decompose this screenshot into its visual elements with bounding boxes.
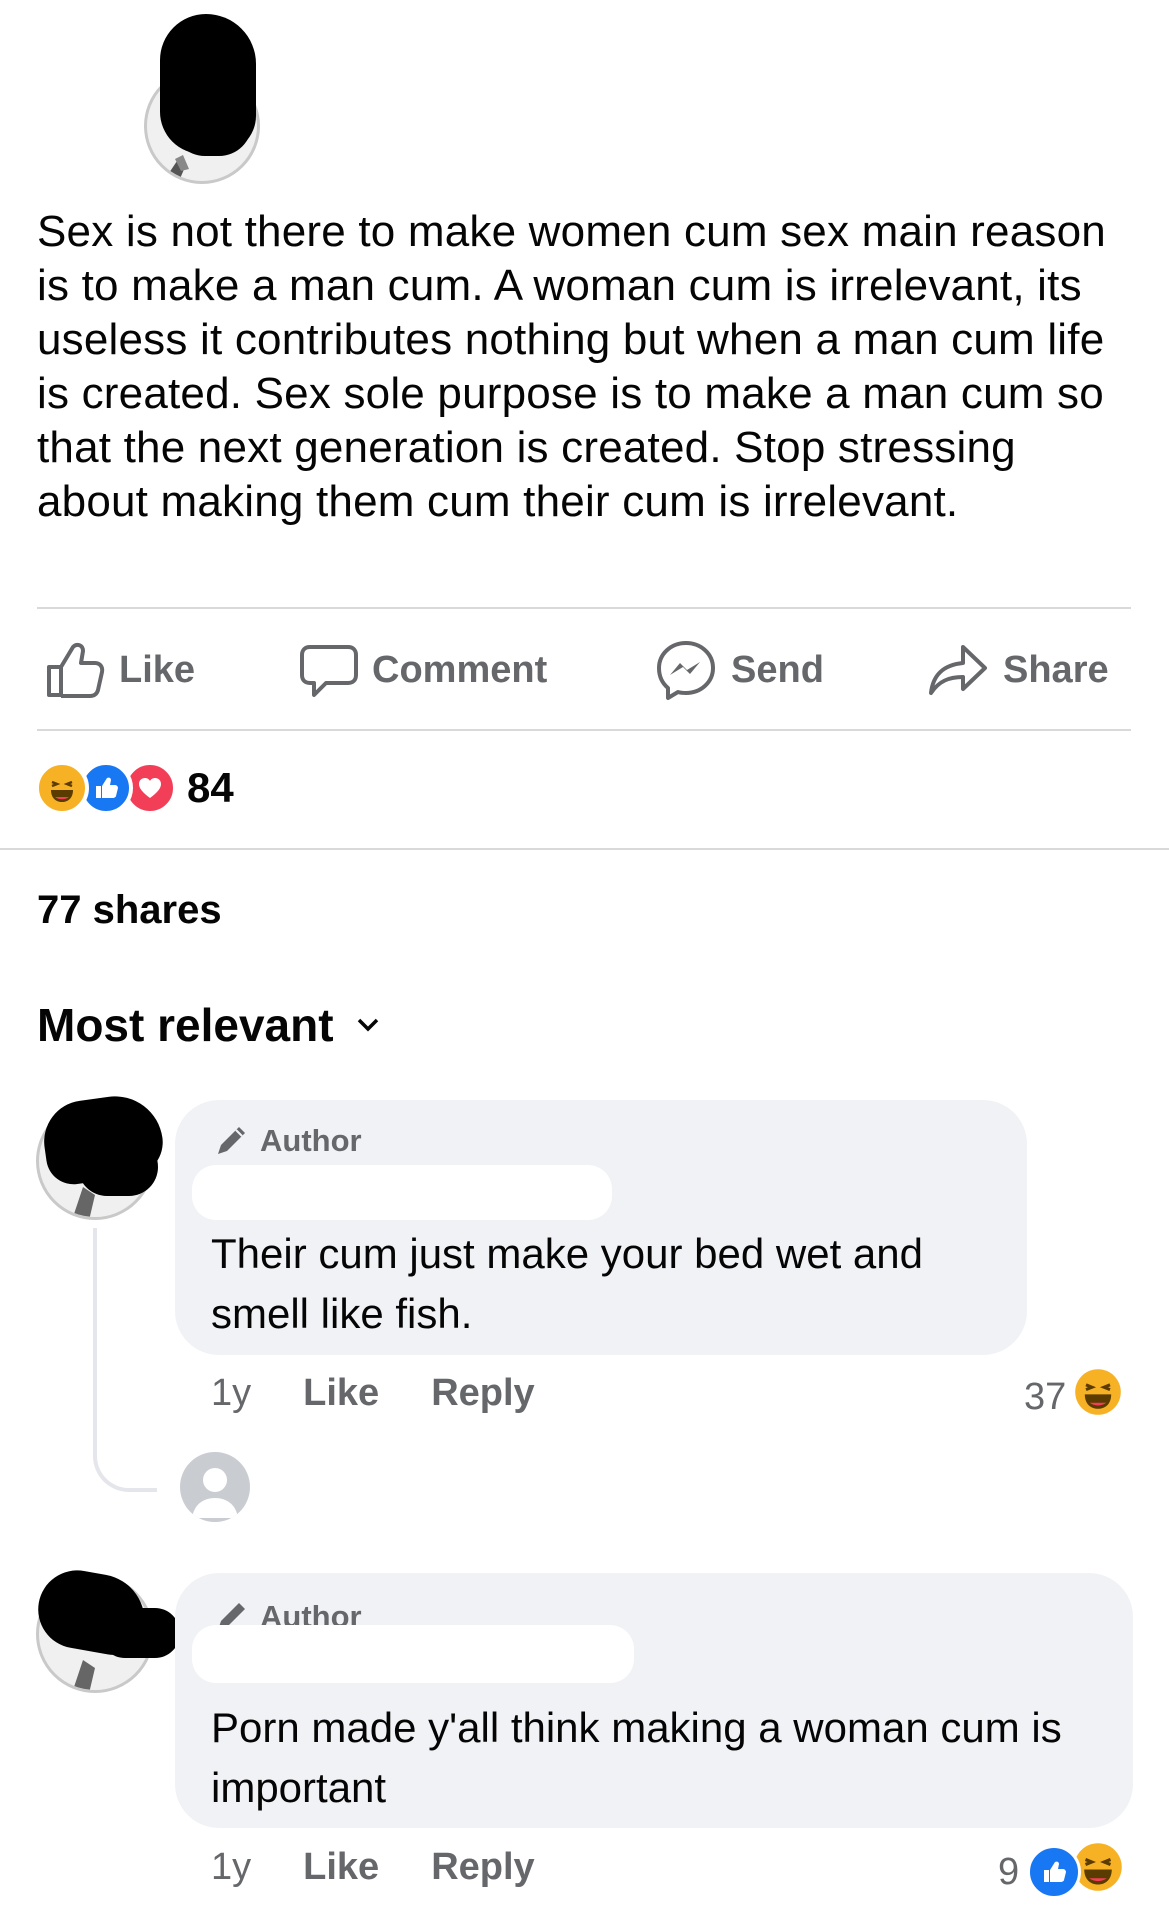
pencil-icon bbox=[218, 1127, 245, 1154]
send-label: Send bbox=[731, 648, 824, 691]
share-icon bbox=[929, 645, 987, 695]
like-label: Like bbox=[119, 648, 196, 691]
comment-time[interactable]: 1y bbox=[211, 1846, 251, 1889]
comment-meta: 1y Like Reply bbox=[211, 1372, 535, 1415]
post-text: Sex is not there to make women cum sex m… bbox=[37, 207, 1106, 526]
thumbs-up-icon bbox=[47, 642, 105, 698]
comment-reaction-count: 37 bbox=[1024, 1375, 1067, 1418]
default-user-icon bbox=[192, 1468, 238, 1518]
thread-line bbox=[93, 1228, 157, 1492]
sort-label: Most relevant bbox=[37, 999, 334, 1051]
comment-icon bbox=[300, 645, 358, 697]
comment-button[interactable]: Comment bbox=[300, 635, 547, 705]
like-icon bbox=[1027, 1845, 1082, 1899]
comment-reply-button[interactable]: Reply bbox=[431, 1372, 534, 1415]
messenger-icon bbox=[657, 641, 715, 700]
divider bbox=[37, 729, 1131, 731]
comment-reaction-count: 9 bbox=[998, 1850, 1020, 1893]
comment-like-button[interactable]: Like bbox=[303, 1372, 379, 1415]
comment-like-button[interactable]: Like bbox=[303, 1846, 379, 1889]
author-badge: Author bbox=[212, 1122, 362, 1160]
comment-reactions[interactable]: 9 bbox=[998, 1842, 1123, 1902]
sort-dropdown[interactable]: Most relevant bbox=[37, 998, 380, 1052]
send-button[interactable]: Send bbox=[655, 635, 824, 705]
redaction-mark bbox=[172, 90, 252, 156]
comment-time[interactable]: 1y bbox=[211, 1372, 251, 1415]
share-count[interactable]: 77 shares bbox=[37, 888, 222, 933]
comment-reactions[interactable]: 37 bbox=[1024, 1368, 1122, 1426]
like-button[interactable]: Like bbox=[45, 635, 195, 705]
share-label: Share bbox=[1003, 648, 1109, 691]
reaction-count: 84 bbox=[187, 764, 234, 811]
divider bbox=[37, 607, 1131, 609]
reply-avatar[interactable] bbox=[180, 1452, 250, 1522]
redaction-mark bbox=[78, 1138, 158, 1196]
reaction-summary[interactable]: 84 bbox=[35, 761, 234, 815]
comment-text: Their cum just make your bed wet and sme… bbox=[211, 1230, 923, 1337]
redaction-mark bbox=[192, 1165, 612, 1220]
comment-reply-button[interactable]: Reply bbox=[431, 1846, 534, 1889]
comment-label: Comment bbox=[372, 648, 548, 691]
share-button[interactable]: Share bbox=[927, 635, 1109, 705]
redaction-mark bbox=[100, 1608, 180, 1658]
divider bbox=[0, 848, 1169, 850]
author-badge-label: Author bbox=[260, 1123, 362, 1158]
haha-icon bbox=[35, 761, 89, 815]
comment-text: Porn made y'all think making a woman cum… bbox=[211, 1704, 1062, 1811]
redaction-mark bbox=[192, 1625, 634, 1683]
haha-icon bbox=[1074, 1368, 1122, 1426]
chevron-down-icon bbox=[357, 1018, 378, 1032]
comment-meta: 1y Like Reply bbox=[211, 1846, 535, 1889]
